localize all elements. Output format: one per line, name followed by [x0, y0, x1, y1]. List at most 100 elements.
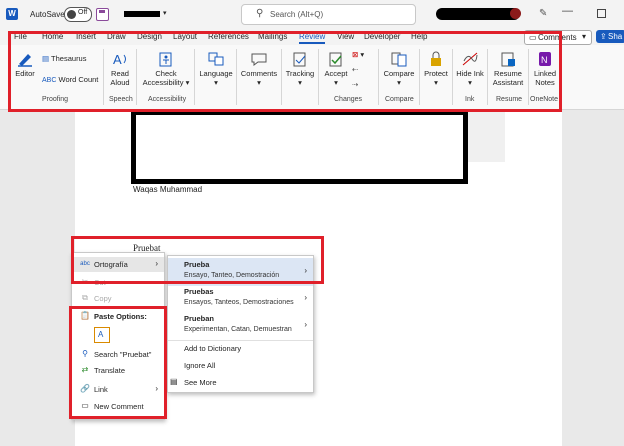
menu-item-link[interactable]: 🔗 Link ›	[72, 382, 164, 397]
suggestion-synonyms: Ensayo, Tanteo, Demostración	[184, 272, 280, 279]
chevron-right-icon: ›	[304, 293, 307, 302]
tab-home[interactable]: Home	[42, 32, 63, 41]
suggestion-item[interactable]: Prueban Experimentan, Catan, Demuestran …	[168, 312, 313, 340]
svg-text:A: A	[113, 52, 122, 67]
ignore-all-item[interactable]: Ignore All	[168, 358, 313, 373]
tab-draw[interactable]: Draw	[107, 32, 126, 41]
accept-button[interactable]: Accept ▾	[321, 51, 351, 87]
thesaurus-button[interactable]: ▤ Thesaurus	[42, 54, 86, 63]
comments-label: Comments	[538, 33, 577, 42]
menu-item-cut[interactable]: ✂ Cut	[72, 275, 164, 290]
autosave-toggle[interactable]: Off	[64, 7, 92, 22]
reject-icon[interactable]: ⊠ ▾	[352, 50, 364, 59]
share-icon: ⇪	[600, 32, 607, 41]
tab-insert[interactable]: Insert	[76, 32, 96, 41]
linked-notes-label: Linked Notes	[533, 69, 557, 87]
check-accessibility-button[interactable]: Check Accessibility ▾	[140, 51, 192, 87]
protect-label: Protect	[424, 69, 448, 78]
suggestion-item[interactable]: Prueba Ensayo, Tanteo, Demostración ›	[168, 258, 313, 286]
tab-developer[interactable]: Developer	[364, 32, 400, 41]
paste-keep-text-icon[interactable]: A	[94, 327, 110, 343]
tab-design[interactable]: Design	[137, 32, 162, 41]
resume-assistant-button[interactable]: Resume Assistant	[490, 51, 526, 87]
group-resume: Resume	[496, 96, 523, 103]
tab-references[interactable]: References	[208, 32, 249, 41]
link-label: Link	[94, 385, 108, 394]
separator	[236, 49, 237, 105]
accept-label: Accept	[324, 69, 348, 78]
read-aloud-button[interactable]: A Read Aloud	[106, 51, 134, 87]
tab-layout[interactable]: Layout	[173, 32, 197, 41]
redacted-document-name	[124, 11, 160, 17]
cut-label: Cut	[94, 278, 106, 287]
comment-icon: ▭	[529, 33, 537, 42]
see-more-label: See More	[184, 378, 217, 387]
chevron-right-icon: ›	[304, 320, 307, 329]
accessibility-icon	[159, 52, 172, 67]
maximize-button[interactable]	[597, 9, 606, 18]
scissors-icon: ✂	[81, 277, 89, 286]
compare-button[interactable]: Compare ▾	[382, 51, 416, 87]
chevron-right-icon: ›	[155, 384, 158, 393]
compare-label: Compare	[383, 69, 415, 78]
hide-ink-label: Hide Ink	[456, 69, 484, 78]
previous-change-icon[interactable]: ⇠	[352, 65, 358, 74]
translate-label: Translate	[94, 366, 125, 375]
save-icon[interactable]	[96, 8, 109, 21]
menu-item-translate[interactable]: ⇄ Translate	[72, 363, 164, 378]
tracking-button[interactable]: Tracking ▾	[284, 51, 316, 87]
tab-mailings[interactable]: Mailings	[258, 32, 287, 41]
comments-button[interactable]: ▭ Comments ▾	[524, 30, 592, 45]
read-aloud-icon: A	[113, 52, 126, 67]
chevron-down-icon[interactable]: ▾	[163, 9, 167, 17]
editor-label: Editor	[15, 69, 35, 78]
autosave-state: Off	[78, 9, 88, 16]
tab-review[interactable]: Review	[299, 32, 326, 44]
word-app-icon: W	[6, 8, 18, 20]
separator	[281, 49, 282, 105]
protect-button[interactable]: Protect ▾	[422, 51, 450, 87]
suggestion-item[interactable]: Pruebas Ensayos, Tanteos, Demostraciones…	[168, 285, 313, 313]
word-count-label: Word Count	[58, 75, 99, 84]
avatar[interactable]	[510, 8, 521, 19]
next-change-icon[interactable]: ⇢	[352, 80, 358, 89]
share-label: Sha	[608, 32, 623, 41]
tracking-icon	[293, 52, 306, 67]
pen-icon[interactable]: ✎	[539, 8, 547, 19]
svg-text:N: N	[541, 55, 548, 65]
menu-item-search[interactable]: ⚲ Search "Pruebat"	[72, 347, 164, 362]
tab-help[interactable]: Help	[411, 32, 427, 41]
chevron-right-icon: ›	[155, 259, 158, 268]
see-more-item[interactable]: ▤ See More	[168, 375, 313, 390]
toggle-knob	[67, 10, 76, 19]
tab-file[interactable]: File	[14, 32, 27, 41]
menu-item-spelling[interactable]: abc Ortografía ›	[72, 257, 164, 272]
see-more-icon: ▤	[170, 377, 178, 386]
separator	[378, 49, 379, 105]
group-changes: Changes	[334, 96, 363, 103]
separator	[194, 49, 195, 105]
check-accessibility-label: Check Accessibility	[142, 69, 184, 87]
add-to-dictionary-item[interactable]: Add to Dictionary	[168, 341, 313, 356]
word-count-button[interactable]: ABC Word Count	[42, 75, 98, 85]
language-label: Language	[199, 69, 233, 78]
separator	[419, 49, 420, 105]
linked-notes-button[interactable]: N Linked Notes	[531, 51, 559, 87]
chevron-down-icon: ▾	[582, 32, 587, 41]
search-box[interactable]: ⚲ Search (Alt+Q)	[241, 4, 416, 25]
menu-item-copy[interactable]: ⧉ Copy	[72, 291, 164, 306]
comments-ribbon-button[interactable]: Comments ▾	[240, 51, 278, 87]
share-button[interactable]: ⇪ Sha	[596, 30, 624, 43]
language-button[interactable]: Language ▾	[198, 51, 234, 87]
tab-view[interactable]: View	[337, 32, 354, 41]
redacted-account-name	[436, 8, 520, 20]
suggestion-word: Prueban	[184, 314, 215, 323]
editor-button[interactable]: Editor	[10, 51, 40, 78]
onenote-icon: N	[539, 52, 551, 66]
hide-ink-button[interactable]: Hide Ink ▾	[456, 51, 484, 87]
minimize-button[interactable]: —	[562, 5, 573, 17]
menu-item-new-comment[interactable]: ▭ New Comment	[72, 399, 164, 414]
translate-icon: ⇄	[81, 365, 89, 374]
search-placeholder: Search (Alt+Q)	[270, 10, 324, 19]
add-to-dictionary-label: Add to Dictionary	[184, 344, 242, 353]
